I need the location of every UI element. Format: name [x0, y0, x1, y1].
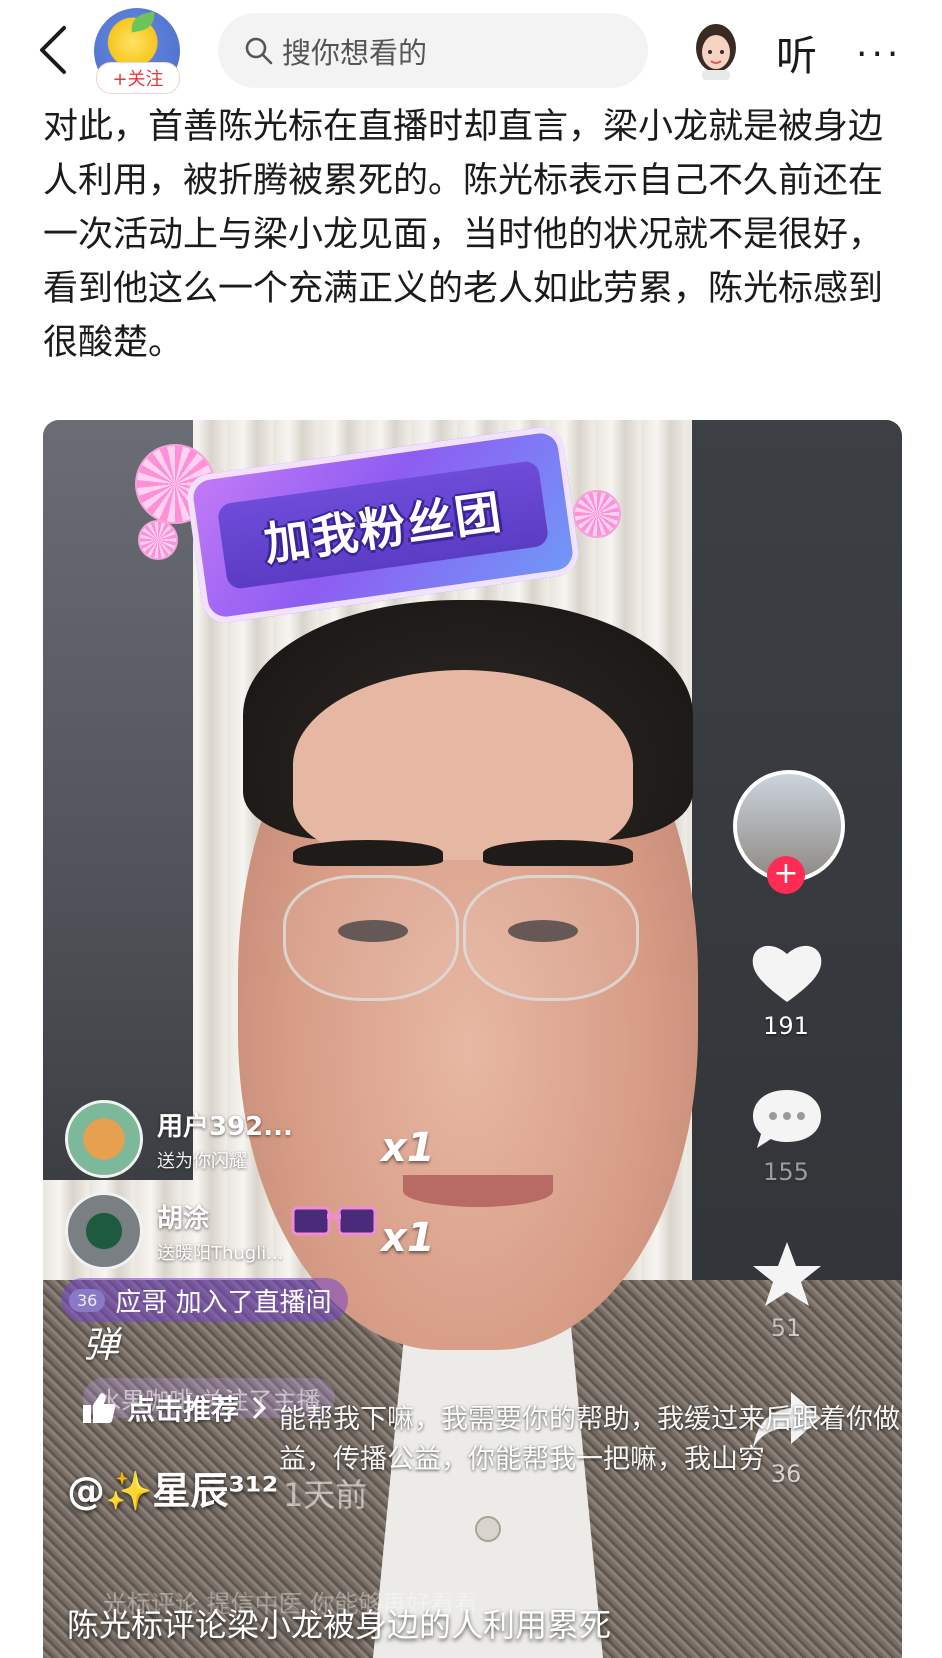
- glasses-right-lens: [463, 875, 639, 1001]
- disco-ball-right-icon: [573, 490, 621, 538]
- gift-description: 送暖阳Thugli...: [157, 1242, 284, 1264]
- gift-count: x1: [381, 1215, 435, 1261]
- search-input[interactable]: 搜你想看的: [218, 13, 648, 88]
- like-count: 191: [763, 1012, 809, 1040]
- danmu-toggle[interactable]: 弹: [83, 1316, 119, 1368]
- left-eyebrow: [293, 840, 443, 866]
- forehead: [293, 670, 633, 860]
- glasses-left-lens: [283, 875, 459, 1001]
- right-eyebrow: [483, 840, 633, 866]
- heart-icon[interactable]: [749, 940, 825, 1006]
- favorite-count: 51: [770, 1314, 802, 1342]
- join-text: 应哥 加入了直播间: [115, 1287, 332, 1318]
- virtual-assistant-icon[interactable]: [692, 22, 740, 80]
- gift-text: 用户392... 送为你闪耀: [157, 1106, 293, 1173]
- video-title: 陈光标评论梁小龙被身边的人利用累死: [67, 1606, 612, 1644]
- sunglasses-gift-icon: [291, 1206, 377, 1236]
- more-options-button[interactable]: ···: [856, 34, 902, 75]
- gift-text: 胡涂 送暖阳Thugli...: [157, 1198, 283, 1265]
- listen-button[interactable]: 听: [776, 22, 817, 82]
- live-video[interactable]: 加我粉丝团 + 191 155 51 36 用户392... 送为你闪耀 x1 …: [43, 420, 902, 1658]
- star-icon[interactable]: [749, 1238, 825, 1310]
- search-placeholder: 搜你想看的: [282, 35, 428, 70]
- gift-count: x1: [381, 1125, 435, 1171]
- chevron-left-icon[interactable]: [30, 22, 76, 78]
- user-level-badge: 36: [69, 1288, 106, 1312]
- fan-club-label: 加我粉丝团: [260, 484, 507, 572]
- author-handle[interactable]: @✨星辰³¹²: [67, 1460, 278, 1515]
- gift-user-avatar: [65, 1100, 143, 1178]
- post-time: 1天前: [283, 1476, 368, 1514]
- comment-count: 155: [763, 1158, 809, 1186]
- article-paragraph: 对此，首善陈光标在直播时却直言，梁小龙就是被身边人利用，被折腾被累死的。陈光标表…: [43, 107, 884, 363]
- mouth: [403, 1175, 553, 1207]
- gift-message-1: 用户392... 送为你闪耀: [65, 1100, 293, 1178]
- shirt-button: [475, 1516, 501, 1542]
- top-bar: +关注 搜你想看的 听 ···: [0, 0, 942, 100]
- gift-description: 送为你闪耀: [157, 1150, 247, 1172]
- disco-ball-small-icon: [138, 520, 178, 560]
- search-icon: [245, 37, 273, 64]
- gift-message-2: 胡涂 送暖阳Thugli...: [65, 1192, 283, 1270]
- gift-user-avatar: [65, 1192, 143, 1270]
- follow-plus-icon[interactable]: +: [767, 856, 805, 894]
- gift-user-name: 用户392...: [157, 1111, 293, 1142]
- fan-club-label-box: 加我粉丝团: [216, 459, 550, 591]
- gift-user-name: 胡涂: [157, 1203, 210, 1234]
- follow-button[interactable]: +关注: [96, 62, 180, 94]
- comment-icon[interactable]: [749, 1086, 825, 1152]
